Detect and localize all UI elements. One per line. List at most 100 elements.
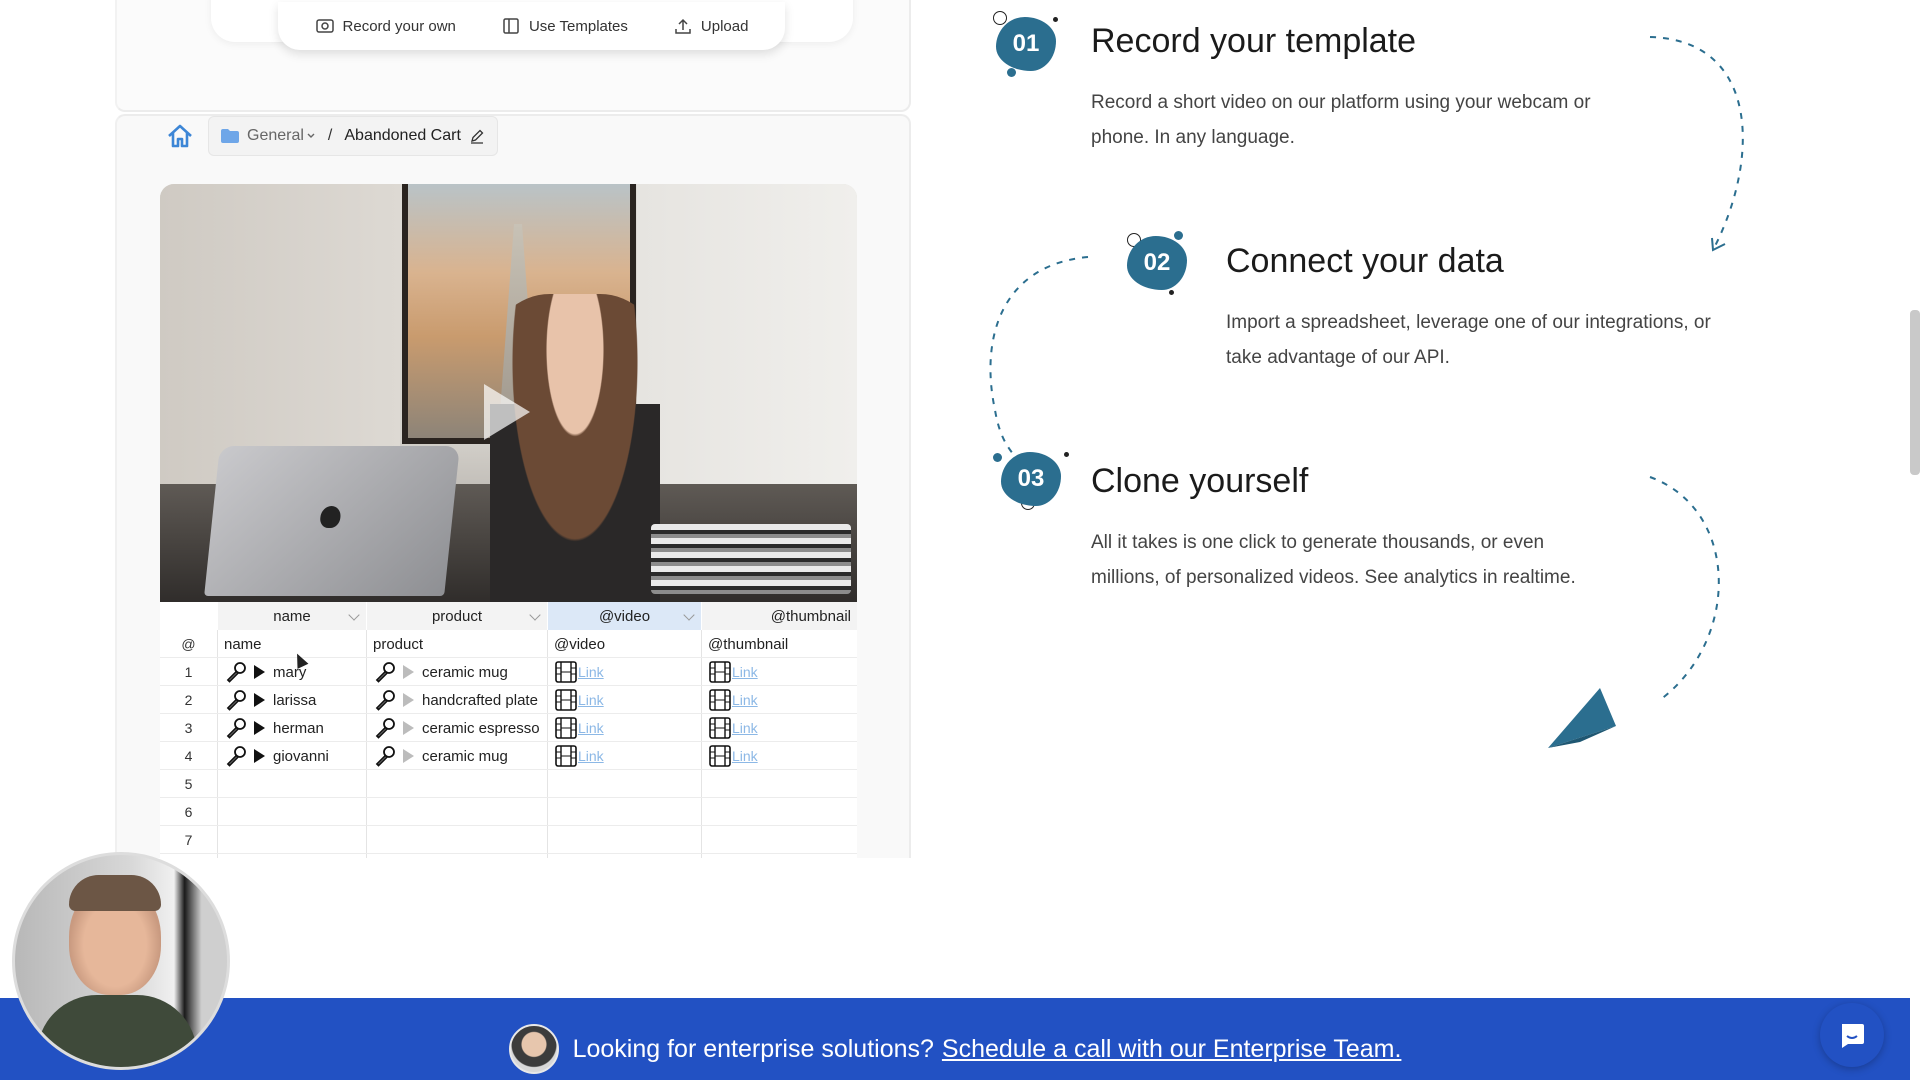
thumbnail-link[interactable]: Link [732, 720, 758, 736]
play-icon[interactable] [403, 749, 414, 763]
thumbnail-link[interactable]: Link [732, 692, 758, 708]
microphone-icon[interactable] [373, 744, 397, 768]
row-number: 5 [184, 776, 193, 792]
video-cell[interactable]: Link [548, 742, 701, 770]
column-header-thumbnail[interactable]: @thumbnail [702, 602, 857, 630]
thumbnail-cell[interactable]: Link [702, 714, 857, 742]
video-link[interactable]: Link [578, 720, 604, 736]
video-cell[interactable]: Link [548, 658, 701, 686]
column-header-product[interactable]: product [367, 602, 547, 630]
play-icon[interactable] [254, 665, 265, 679]
row-number: 7 [184, 832, 193, 848]
source-toolbar: Record your own Use Templates Upload [278, 2, 785, 50]
field-name-row: @ name product @video @thumbnail [160, 630, 857, 658]
microphone-icon[interactable] [224, 688, 248, 712]
chevron-down-icon[interactable] [683, 609, 695, 621]
pencil-icon[interactable] [469, 128, 485, 144]
video-preview[interactable] [160, 184, 857, 604]
chevron-down-icon[interactable] [348, 609, 360, 621]
record-your-own-button[interactable]: Record your own [315, 16, 456, 36]
play-icon[interactable] [254, 749, 265, 763]
thumbnail-link[interactable]: Link [732, 664, 758, 680]
play-icon[interactable] [403, 693, 414, 707]
product-value: ceramic mug [422, 747, 508, 765]
name-cell[interactable]: larissa [218, 686, 366, 714]
column-header-label: @thumbnail [770, 607, 851, 625]
use-templates-button[interactable]: Use Templates [501, 16, 628, 36]
product-cell[interactable]: ceramic mug [367, 658, 547, 686]
microphone-icon[interactable] [373, 716, 397, 740]
microphone-icon[interactable] [373, 688, 397, 712]
step-03-desc-line2: millions, of personalized videos. See an… [1091, 567, 1576, 588]
step-02-desc-line2: take advantage of our API. [1226, 347, 1450, 368]
play-icon[interactable] [484, 384, 530, 440]
play-icon[interactable] [254, 721, 265, 735]
column-header-video[interactable]: @video [548, 602, 701, 630]
play-icon[interactable] [403, 665, 414, 679]
thumbnail-cell[interactable]: Link [702, 686, 857, 714]
video-scene-presenter [490, 294, 660, 604]
chat-button[interactable] [1820, 1003, 1884, 1067]
video-link[interactable]: Link [578, 664, 604, 680]
thumbnail-cell[interactable]: Link [702, 742, 857, 770]
column-header-label: name [273, 607, 311, 625]
breadcrumb-folder[interactable]: General [247, 127, 304, 145]
microphone-icon[interactable] [224, 716, 248, 740]
film-icon [709, 661, 731, 683]
step-02-badge: 02 [1127, 236, 1187, 290]
thumbnail-link[interactable]: Link [732, 748, 758, 764]
film-icon [555, 661, 577, 683]
microphone-icon[interactable] [373, 660, 397, 684]
microphone-icon[interactable] [224, 660, 248, 684]
table-row: 7 [160, 826, 857, 854]
name-cell[interactable]: herman [218, 714, 366, 742]
field-name[interactable]: name [218, 630, 366, 658]
upload-button[interactable]: Upload [673, 16, 748, 36]
video-cell[interactable]: Link [548, 714, 701, 742]
home-icon[interactable] [166, 122, 194, 150]
row-number: 2 [184, 692, 193, 708]
play-icon[interactable] [403, 721, 414, 735]
breadcrumb: General / Abandoned Cart [208, 116, 498, 156]
decor-dot [1053, 17, 1058, 22]
play-icon[interactable] [254, 693, 265, 707]
decor-dot [1064, 452, 1069, 457]
row-marker: @ [181, 636, 196, 652]
chevron-down-icon[interactable] [306, 131, 316, 141]
video-cell[interactable]: Link [548, 686, 701, 714]
enterprise-call-link[interactable]: Schedule a call with our Enterprise Team… [942, 1035, 1402, 1064]
column-header-name[interactable]: name [218, 602, 366, 630]
product-cell[interactable]: handcrafted plate [367, 686, 547, 714]
field-video[interactable]: @video [548, 630, 701, 658]
product-value: ceramic mug [422, 663, 508, 681]
video-link[interactable]: Link [578, 748, 604, 764]
dashed-curve [1649, 476, 1720, 701]
microphone-icon[interactable] [224, 744, 248, 768]
page-scrollbar-thumb[interactable] [1910, 310, 1920, 475]
field-thumbnail[interactable]: @thumbnail [702, 630, 857, 658]
video-link[interactable]: Link [578, 692, 604, 708]
name-cell[interactable]: giovanni [218, 742, 366, 770]
laptop-logo [319, 506, 342, 528]
product-cell[interactable]: ceramic espresso [367, 714, 547, 742]
row-number: 3 [184, 720, 193, 736]
chat-icon [1842, 1024, 1864, 1048]
step-02-desc-line1: Import a spreadsheet, leverage one of ou… [1226, 312, 1711, 333]
name-cell[interactable]: mary [218, 658, 366, 686]
chevron-down-icon[interactable] [529, 609, 541, 621]
row-number: 4 [184, 748, 193, 764]
field-product[interactable]: product [367, 630, 547, 658]
step-03-badge: 03 [1001, 452, 1061, 506]
upload-icon [675, 18, 691, 34]
film-icon [709, 717, 731, 739]
decor-dot [993, 11, 1007, 25]
thumbnail-cell[interactable]: Link [702, 658, 857, 686]
table-row: 3 herman ceramic espresso Link Link [160, 714, 857, 742]
step-02-title: Connect your data [1226, 242, 1504, 280]
product-cell[interactable]: ceramic mug [367, 742, 547, 770]
name-value: herman [273, 719, 324, 737]
table-row: 6 [160, 798, 857, 826]
video-scene-books [651, 524, 851, 594]
step-01-title: Record your template [1091, 22, 1417, 60]
film-icon [555, 689, 577, 711]
